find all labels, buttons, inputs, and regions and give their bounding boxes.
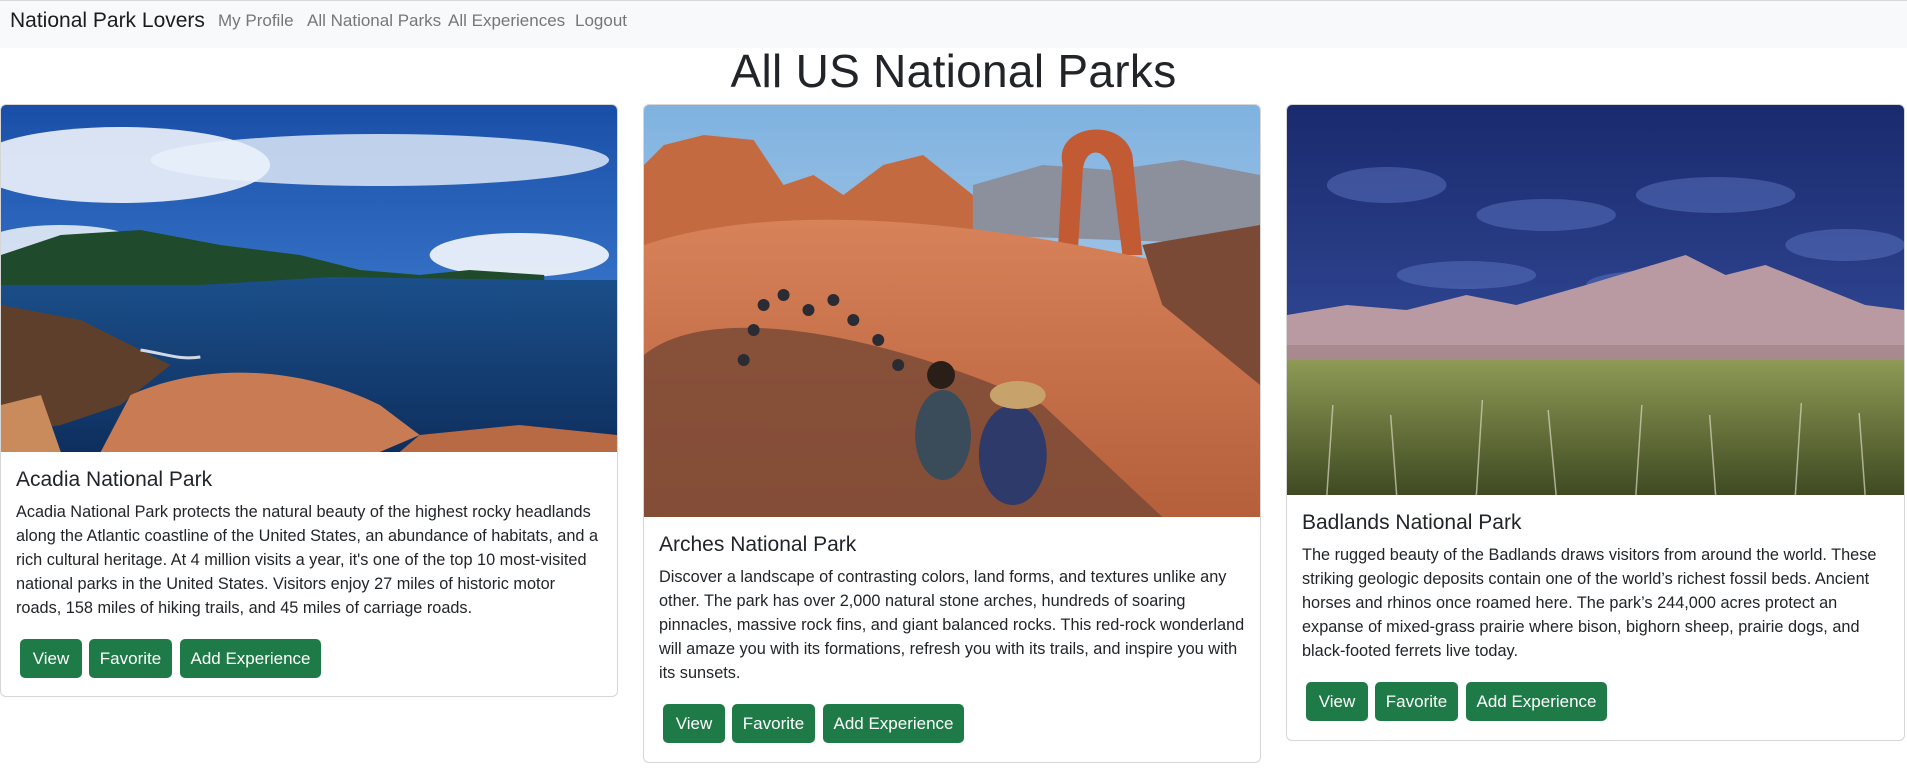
nav-link-all-national-parks[interactable]: All National Parks [307, 11, 441, 31]
park-image-badlands [1287, 105, 1904, 495]
view-button[interactable]: View [1306, 682, 1368, 721]
view-button[interactable]: View [663, 704, 725, 743]
page-title: All US National Parks [730, 45, 1177, 97]
favorite-button[interactable]: Favorite [732, 704, 815, 743]
park-description: Discover a landscape of contrasting colo… [659, 568, 1245, 682]
view-button[interactable]: View [20, 639, 82, 678]
park-description: The rugged beauty of the Badlands draws … [1302, 546, 1877, 660]
park-title: Acadia National Park [16, 468, 213, 491]
park-title: Badlands National Park [1302, 511, 1522, 534]
navbar: National Park Lovers My Profile All Nati… [0, 0, 1907, 48]
park-title: Arches National Park [659, 533, 857, 556]
park-card-acadia: Acadia National Park Acadia National Par… [0, 104, 618, 697]
navbar-brand[interactable]: National Park Lovers [10, 9, 205, 33]
favorite-button[interactable]: Favorite [1375, 682, 1458, 721]
park-image-arches [644, 105, 1260, 517]
nav-link-my-profile[interactable]: My Profile [218, 11, 294, 31]
add-experience-button[interactable]: Add Experience [180, 639, 321, 678]
nav-link-all-experiences[interactable]: All Experiences [448, 11, 565, 31]
add-experience-button[interactable]: Add Experience [1466, 682, 1607, 721]
park-card-badlands: Badlands National Park The rugged beauty… [1286, 104, 1905, 741]
park-image-acadia [1, 105, 617, 452]
park-card-arches: Arches National Park Discover a landscap… [643, 104, 1261, 763]
park-description: Acadia National Park protects the natura… [16, 503, 599, 617]
favorite-button[interactable]: Favorite [89, 639, 172, 678]
nav-link-logout[interactable]: Logout [575, 11, 627, 31]
add-experience-button[interactable]: Add Experience [823, 704, 964, 743]
